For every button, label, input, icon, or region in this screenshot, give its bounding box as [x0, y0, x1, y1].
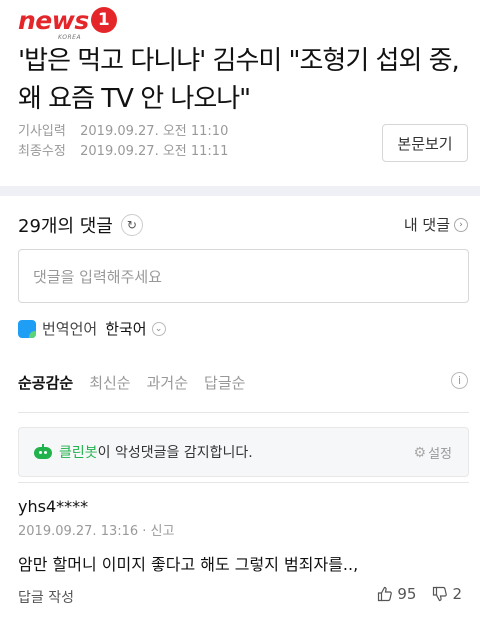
- reply-button[interactable]: 답글 작성: [18, 587, 74, 607]
- news1-logo[interactable]: news 1 KOREA: [18, 6, 117, 42]
- translate-language-selector[interactable]: 번역언어 한국어 ⌄: [18, 318, 166, 339]
- thumbs-down-icon: [433, 586, 448, 602]
- sort-tab-newest[interactable]: 최신순: [89, 372, 130, 393]
- published-row: 기사입력 2019.09.27. 오전 11:10: [18, 122, 228, 142]
- comment-body: 암만 할머니 이미지 좋다고 해도 그렇지 범죄자를..,: [18, 555, 359, 574]
- section-divider: [0, 186, 480, 196]
- comment-count: 29개의 댓글 ↻: [18, 212, 143, 238]
- article-meta: 기사입력 2019.09.27. 오전 11:10 최종수정 2019.09.2…: [18, 122, 228, 162]
- chevron-right-icon: ›: [454, 217, 468, 232]
- sort-tab-likes[interactable]: 순공감순: [18, 372, 73, 393]
- cleanbot-name: 클린봇: [59, 445, 98, 461]
- comment-count-label: 29개의 댓글: [18, 216, 113, 237]
- comment-divider: [18, 482, 469, 483]
- comment-votes: 95 2: [361, 585, 462, 603]
- like-count: 95: [397, 585, 417, 603]
- dislike-count: 2: [452, 585, 462, 603]
- my-comments-label: 내 댓글: [403, 216, 450, 234]
- tabs-divider: [18, 412, 469, 413]
- published-label: 기사입력: [18, 124, 66, 139]
- info-icon[interactable]: i: [451, 372, 468, 389]
- cleanbot-settings-label: 설정: [428, 447, 452, 462]
- logo-badge: 1: [90, 7, 117, 33]
- cleanbot-notice: 클린봇 이 악성댓글을 감지합니다. ⚙ 설정: [18, 427, 469, 477]
- dislike-button[interactable]: 2: [432, 585, 462, 603]
- logo-text: news: [18, 6, 89, 35]
- cleanbot-icon: [33, 444, 53, 460]
- published-value: 2019.09.27. 오전 11:10: [80, 124, 229, 139]
- sort-tabs: 순공감순 최신순 과거순 답글순: [18, 372, 261, 393]
- refresh-icon[interactable]: ↻: [120, 214, 143, 236]
- like-button[interactable]: 95: [377, 585, 416, 603]
- logo-subtext: KOREA: [58, 34, 82, 41]
- papago-icon: [18, 319, 36, 338]
- chevron-down-icon: ⌄: [151, 321, 166, 336]
- comment-meta: 2019.09.27. 13:16 · 신고: [18, 524, 175, 539]
- comment-input-placeholder: 댓글을 입력해주세요: [33, 267, 162, 286]
- my-comments-link[interactable]: 내 댓글 ›: [404, 214, 468, 235]
- translate-language: 한국어: [105, 320, 147, 338]
- article-title: '밥은 먹고 다니냐' 김수미 "조형기 섭외 중, 왜 요즘 TV 안 나오나…: [18, 46, 460, 114]
- sort-tab-oldest[interactable]: 과거순: [147, 372, 188, 393]
- updated-value: 2019.09.27. 오전 11:11: [80, 144, 229, 159]
- view-original-button[interactable]: 본문보기: [382, 124, 468, 162]
- cleanbot-settings-button[interactable]: ⚙ 설정: [413, 443, 452, 463]
- thumbs-up-icon: [378, 586, 393, 602]
- updated-label: 최종수정: [18, 144, 66, 159]
- sort-tab-replies[interactable]: 답글순: [204, 372, 245, 393]
- updated-row: 최종수정 2019.09.27. 오전 11:11: [18, 142, 228, 162]
- comment-input[interactable]: 댓글을 입력해주세요: [18, 249, 469, 303]
- cleanbot-message: 이 악성댓글을 감지합니다.: [97, 445, 253, 461]
- comment-author[interactable]: yhs4****: [18, 497, 88, 516]
- gear-icon: ⚙: [413, 444, 427, 461]
- translate-label: 번역언어: [42, 320, 98, 338]
